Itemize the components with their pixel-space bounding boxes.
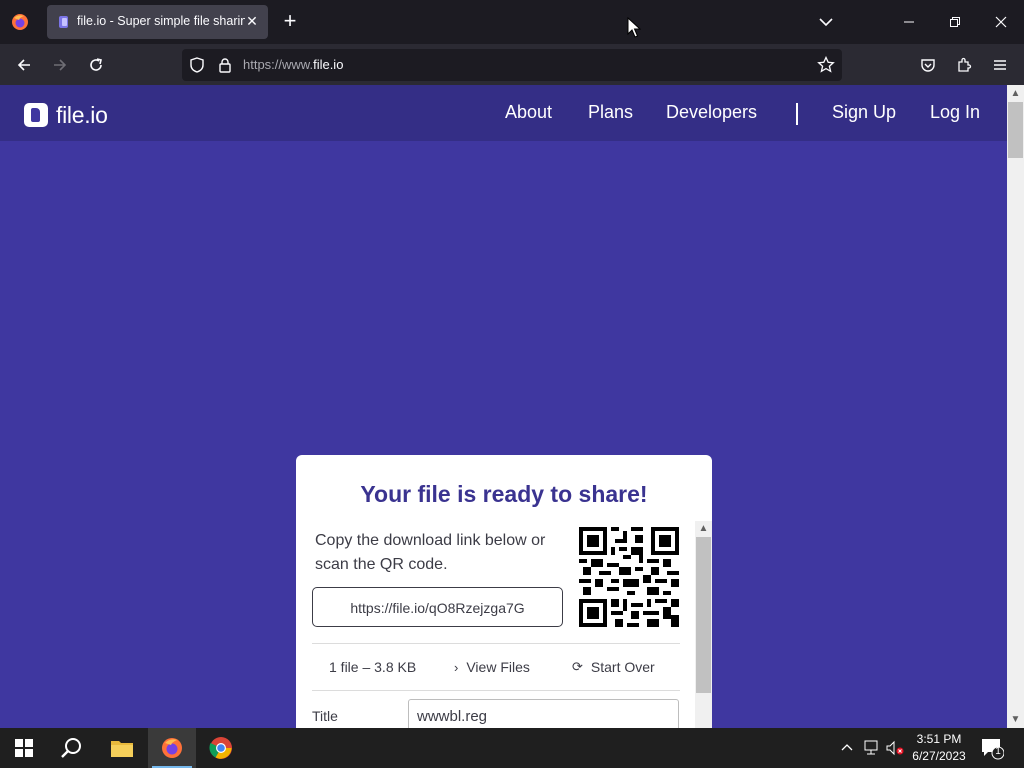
file-stat: 1 file – 3.8 KB — [329, 659, 417, 675]
forward-icon[interactable] — [47, 52, 73, 78]
page-viewport: file.io About Plans Developers Sign Up L… — [0, 85, 1007, 728]
nav-login-link[interactable]: Log In — [930, 102, 980, 123]
close-window-button[interactable] — [978, 6, 1024, 38]
back-icon[interactable] — [11, 52, 37, 78]
file-io-logo-icon — [24, 103, 48, 127]
chevron-right-icon: › — [454, 659, 459, 675]
chrome-icon[interactable] — [197, 728, 245, 768]
tab-title: file.io - Super simple file sharing — [77, 14, 245, 28]
url-domain: file.io — [313, 57, 344, 72]
navigation-toolbar: https://www.file.io — [0, 44, 1024, 85]
card-title: Your file is ready to share! — [360, 481, 648, 507]
nav-plans-link[interactable]: Plans — [588, 102, 633, 123]
scroll-up-arrow-icon[interactable]: ▲ — [1007, 85, 1024, 102]
notification-count: 1 — [995, 746, 1001, 757]
show-hidden-icons-icon[interactable] — [837, 738, 857, 758]
site-logo[interactable]: file.io — [24, 102, 108, 128]
close-tab-icon[interactable]: ✕ — [243, 12, 261, 30]
start-over-button[interactable]: ⟳ Start Over — [572, 659, 655, 675]
qr-code-image — [579, 527, 679, 627]
logo-text: file.io — [56, 101, 108, 128]
card-scrollbar[interactable]: ▲ — [695, 521, 712, 728]
nav-about-link[interactable]: About — [505, 102, 552, 123]
system-clock[interactable]: 3:51 PM 6/27/2023 — [906, 731, 972, 765]
card-scrollbar-thumb[interactable] — [696, 537, 711, 693]
pocket-icon[interactable] — [915, 52, 941, 78]
hamburger-menu-icon[interactable] — [987, 52, 1013, 78]
refresh-icon: ⟳ — [572, 659, 583, 674]
browser-tab[interactable]: file.io - Super simple file sharing ✕ — [47, 5, 268, 39]
start-over-label: Start Over — [590, 659, 655, 675]
view-files-button[interactable]: › View Files — [454, 659, 530, 675]
url-text: https://www.file.io — [243, 57, 343, 72]
action-center-icon[interactable]: 1 — [980, 736, 1005, 760]
site-header: file.io About Plans Developers Sign Up L… — [0, 85, 1007, 141]
download-link-field[interactable]: https://file.io/qO8Rzejzga7G — [312, 587, 563, 627]
nav-separator — [796, 103, 798, 125]
lock-icon[interactable] — [216, 56, 234, 74]
extensions-icon[interactable] — [951, 52, 977, 78]
list-all-tabs-icon[interactable] — [814, 10, 838, 34]
firefox-view-icon[interactable] — [8, 10, 32, 34]
start-button[interactable] — [0, 728, 48, 768]
nav-developers-link[interactable]: Developers — [666, 102, 757, 123]
volume-muted-icon[interactable] — [885, 738, 905, 758]
scroll-down-arrow-icon[interactable]: ▼ — [1007, 711, 1024, 728]
new-tab-button[interactable]: + — [278, 10, 302, 34]
tracking-protection-shield-icon[interactable] — [188, 56, 206, 74]
title-input[interactable] — [408, 699, 679, 728]
nav-signup-link[interactable]: Sign Up — [832, 102, 896, 123]
search-icon[interactable] — [48, 728, 96, 768]
file-io-favicon-icon — [57, 15, 71, 29]
tab-bar: file.io - Super simple file sharing ✕ + — [0, 0, 1024, 44]
view-files-label: View Files — [466, 659, 530, 675]
divider — [312, 643, 680, 644]
clock-date: 6/27/2023 — [912, 749, 966, 763]
share-card: Your file is ready to share! Copy the do… — [296, 455, 712, 728]
page-scrollbar[interactable]: ▲ ▼ — [1007, 85, 1024, 728]
title-field-label: Title — [312, 708, 338, 724]
file-explorer-icon[interactable] — [98, 728, 146, 768]
reload-icon[interactable] — [83, 52, 109, 78]
page-scrollbar-thumb[interactable] — [1008, 102, 1023, 158]
mouse-cursor-icon — [627, 17, 641, 38]
clock-time: 3:51 PM — [916, 732, 962, 746]
firefox-taskbar-icon[interactable] — [148, 728, 196, 768]
address-bar[interactable]: https://www.file.io — [182, 49, 842, 81]
restore-button[interactable] — [932, 6, 978, 38]
bookmark-star-icon[interactable] — [817, 56, 835, 74]
windows-taskbar: 3:51 PM 6/27/2023 1 — [0, 728, 1024, 768]
download-link-text: https://file.io/qO8Rzejzga7G — [350, 600, 525, 616]
network-icon[interactable] — [861, 738, 881, 758]
divider — [312, 690, 680, 691]
card-description: Copy the download link below or scan the… — [315, 532, 546, 573]
scroll-up-arrow-icon[interactable]: ▲ — [695, 521, 712, 537]
url-prefix: https://www. — [243, 57, 314, 72]
minimize-button[interactable] — [886, 6, 932, 38]
